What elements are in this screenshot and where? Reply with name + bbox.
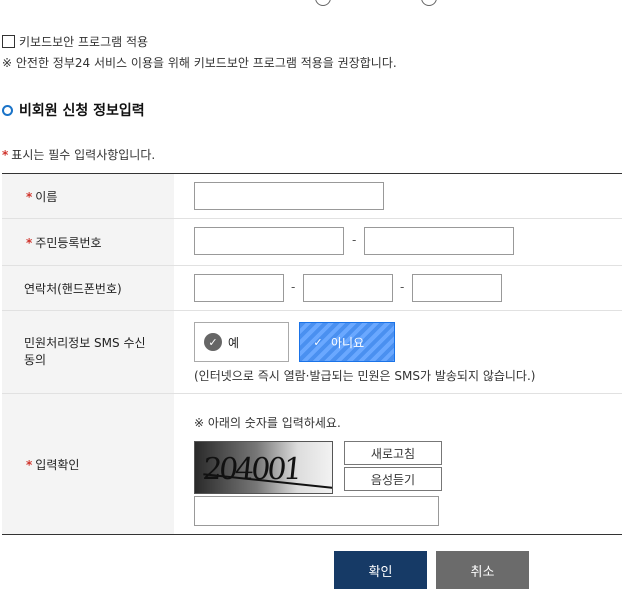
captcha-image: 204001 [194, 441, 333, 494]
required-star-icon: * [2, 148, 9, 162]
captcha-input[interactable] [194, 496, 439, 526]
sms-no-label: 아니요 [331, 335, 365, 350]
sms-no-button[interactable]: ✓ 아니요 [299, 322, 395, 362]
form-row-name: * 이름 [2, 174, 622, 219]
captcha-label: 입력확인 [35, 457, 80, 472]
form-field-cell [174, 174, 622, 218]
separator: - [291, 280, 296, 294]
keyboard-security-option[interactable]: 키보드보안 프로그램 적용 [2, 33, 148, 50]
check-icon: ✓ [204, 333, 222, 351]
sms-yes-button[interactable]: ✓ 예 [194, 322, 289, 362]
name-input[interactable] [194, 182, 384, 210]
check-icon: ✓ [313, 335, 323, 349]
form-field-cell: ※ 아래의 숫자를 입력하세요. 204001 새로고침 음성듣기 [174, 394, 622, 534]
section-title-text: 비회원 신청 정보입력 [19, 103, 145, 119]
required-star-icon: * [26, 235, 33, 250]
sms-label-line1: 민원처리정보 SMS 수신 [24, 336, 146, 350]
form-field-cell: - [174, 219, 622, 265]
confirm-button[interactable]: 확인 [334, 551, 427, 589]
radio-button-partial[interactable] [421, 0, 437, 6]
phone-part1-input[interactable] [194, 274, 284, 302]
sms-yes-label: 예 [228, 335, 240, 350]
ring-icon [2, 104, 13, 116]
captcha-refresh-button[interactable]: 새로고침 [344, 441, 442, 465]
required-star-icon: * [26, 189, 33, 204]
applicant-form: * 이름 * 주민등록번호 - 연락처(핸드폰번호) - - 민원처리정보 SMS … [2, 173, 622, 535]
required-note-text: 표시는 필수 입력사항입니다. [11, 148, 156, 162]
form-row-sms: 민원처리정보 SMS 수신동의 ✓ 예 ✓ 아니요 (인터넷으로 즉시 열람·발… [2, 311, 622, 394]
form-field-cell: - - [174, 266, 622, 310]
keyboard-security-label: 키보드보안 프로그램 적용 [19, 35, 149, 49]
radio-button-partial[interactable] [315, 0, 331, 6]
resident-number-back-input[interactable] [364, 227, 514, 255]
resident-number-front-input[interactable] [194, 227, 344, 255]
section-title: 비회원 신청 정보입력 [2, 100, 145, 120]
captcha-instruction: ※ 아래의 숫자를 입력하세요. [194, 416, 341, 430]
separator: - [400, 280, 405, 294]
keyboard-security-checkbox[interactable] [2, 35, 15, 48]
sms-label-line2: 동의 [24, 353, 47, 367]
sms-note: (인터넷으로 즉시 열람·발급되는 민원은 SMS가 발송되지 않습니다.) [194, 369, 536, 383]
separator: - [352, 233, 357, 247]
cancel-button[interactable]: 취소 [436, 551, 529, 589]
form-label-cell: 민원처리정보 SMS 수신동의 [2, 311, 174, 393]
form-field-cell: ✓ 예 ✓ 아니요 (인터넷으로 즉시 열람·발급되는 민원은 SMS가 발송되… [174, 311, 622, 393]
required-note: * 표시는 필수 입력사항입니다. [2, 146, 155, 163]
form-row-captcha: * 입력확인 ※ 아래의 숫자를 입력하세요. 204001 새로고침 음성듣기 [2, 394, 622, 534]
resident-number-label: 주민등록번호 [35, 235, 102, 250]
required-star-icon: * [26, 457, 33, 472]
form-label-cell: * 입력확인 [2, 394, 174, 534]
phone-part2-input[interactable] [303, 274, 393, 302]
name-label: 이름 [35, 189, 58, 204]
phone-label: 연락처(핸드폰번호) [24, 281, 122, 296]
form-row-phone: 연락처(핸드폰번호) - - [2, 266, 622, 311]
form-label-cell: * 주민등록번호 [2, 219, 174, 265]
form-label-cell: 연락처(핸드폰번호) [2, 266, 174, 310]
captcha-audio-button[interactable]: 음성듣기 [344, 467, 442, 491]
phone-part3-input[interactable] [412, 274, 502, 302]
form-label-cell: * 이름 [2, 174, 174, 218]
keyboard-security-notice: ※ 안전한 정부24 서비스 이용을 위해 키보드보안 프로그램 적용을 권장합… [2, 56, 397, 70]
form-row-resident-number: * 주민등록번호 - [2, 219, 622, 266]
